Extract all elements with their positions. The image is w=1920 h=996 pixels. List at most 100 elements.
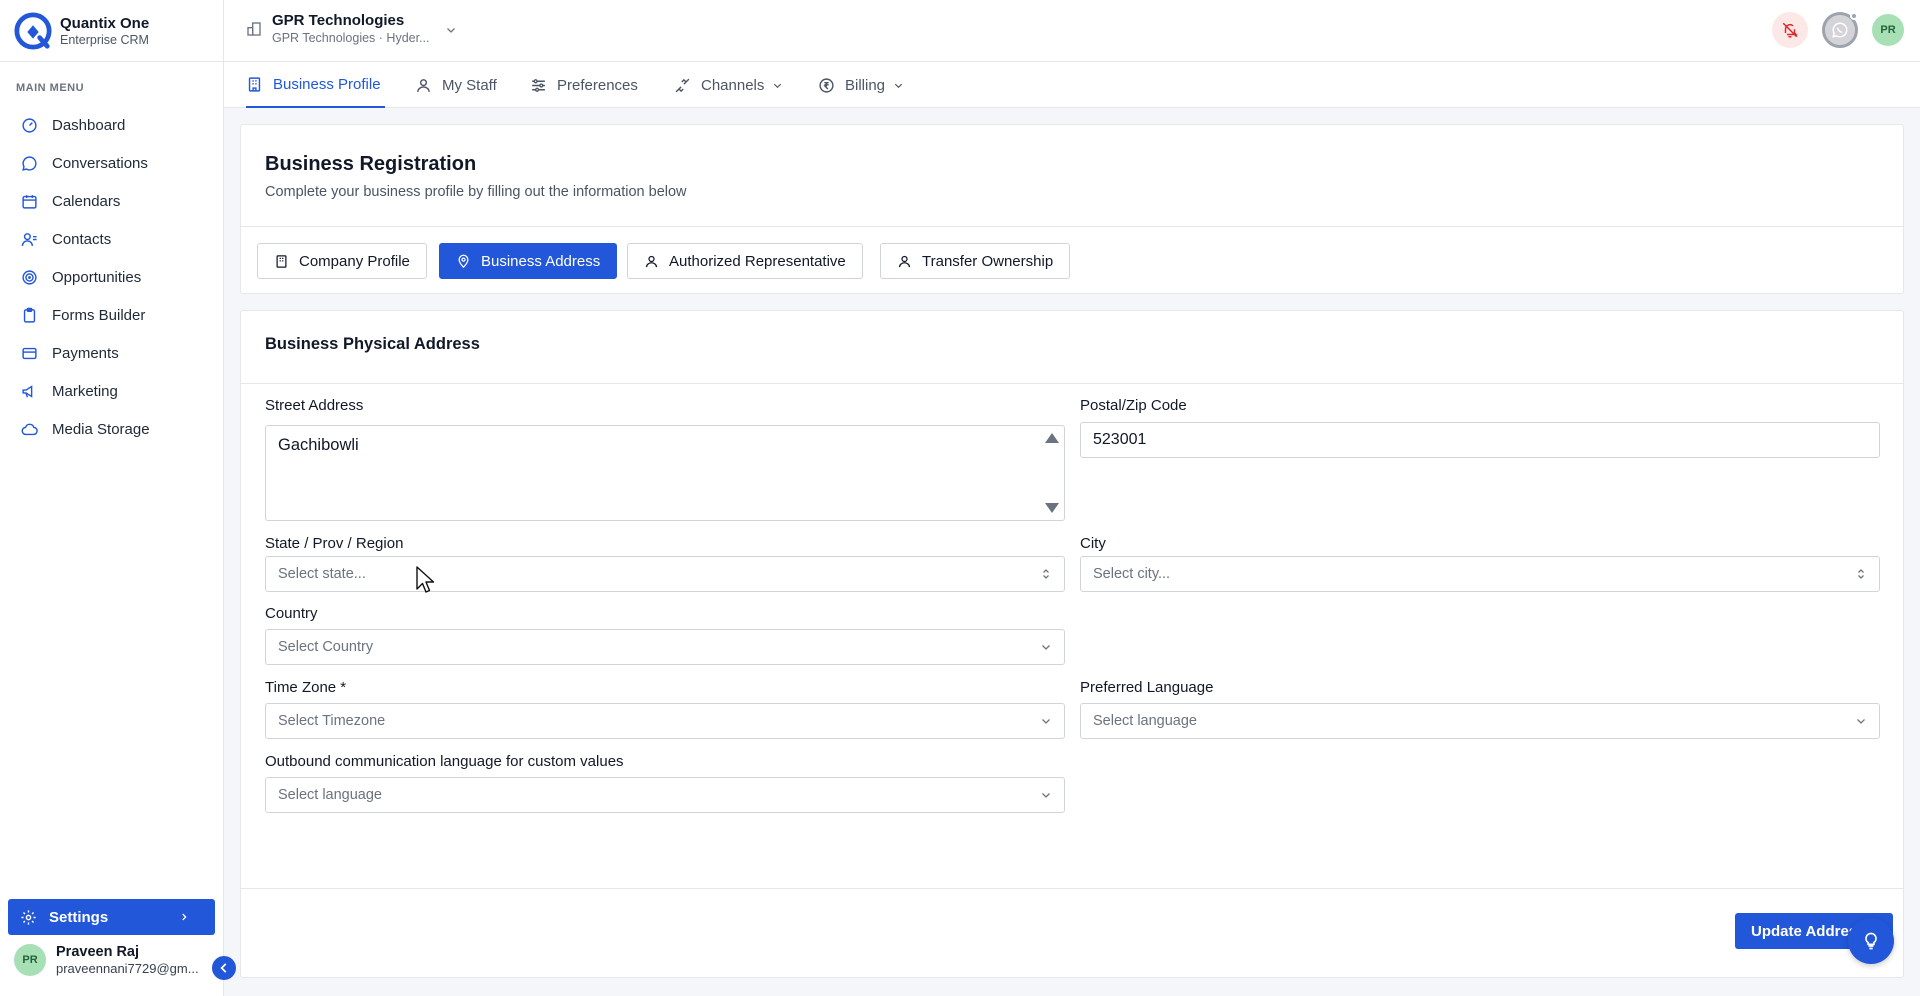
chevron-down-icon [893, 80, 904, 91]
chevron-down-icon [1040, 789, 1052, 801]
sidebar-item-label: Forms Builder [52, 306, 146, 324]
street-address-value: Gachibowli [278, 436, 359, 454]
sidebar-item-opportunities[interactable]: Opportunities [0, 258, 223, 296]
tab-label: My Staff [442, 76, 497, 94]
page-subtitle: Complete your business profile by fillin… [265, 184, 687, 200]
sliders-icon [530, 77, 547, 94]
dashboard-icon [21, 117, 38, 134]
collapse-sidebar-button[interactable] [212, 956, 236, 980]
subtab-label: Company Profile [299, 252, 410, 270]
postal-code-field[interactable]: 523001 [1080, 422, 1880, 458]
main-menu-label: MAIN MENU [16, 82, 85, 94]
country-label: Country [265, 605, 318, 622]
chevron-down-icon [1040, 641, 1052, 653]
mouse-cursor-icon [416, 566, 435, 593]
subtab-transfer-ownership[interactable]: Transfer Ownership [880, 243, 1071, 279]
state-placeholder: Select state... [278, 566, 366, 582]
sidebar-item-marketing[interactable]: Marketing [0, 372, 223, 410]
building-icon [274, 254, 289, 269]
org-switcher[interactable]: GPR Technologies GPR Technologies · Hyde… [246, 12, 467, 45]
settings-label: Settings [49, 908, 109, 926]
scroll-down-arrow[interactable] [1045, 503, 1059, 513]
cloud-icon [21, 421, 38, 438]
city-select[interactable]: Select city... [1080, 556, 1880, 592]
map-pin-icon [456, 254, 471, 269]
top-bar: GPR Technologies GPR Technologies · Hyde… [224, 0, 1920, 62]
user-email: praveennani7729@gm... [56, 961, 199, 976]
chat-icon [21, 155, 38, 172]
tab-channels[interactable]: Channels [674, 62, 793, 108]
state-label: State / Prov / Region [265, 535, 404, 552]
whatsapp-icon [1831, 21, 1849, 39]
subtab-company-profile[interactable]: Company Profile [257, 243, 427, 279]
main-nav: Dashboard Conversations Calendars Contac… [0, 106, 223, 448]
brand-subtitle: Enterprise CRM [60, 32, 149, 47]
subtab-authorized-representative[interactable]: Authorized Representative [627, 243, 863, 279]
status-dot [1850, 12, 1858, 20]
divider [241, 888, 1903, 889]
currency-icon [818, 77, 835, 94]
scroll-up-arrow[interactable] [1045, 433, 1059, 443]
sidebar-item-conversations[interactable]: Conversations [0, 144, 223, 182]
chevron-down-icon [445, 24, 457, 36]
tab-my-staff[interactable]: My Staff [415, 62, 497, 108]
user-icon [415, 77, 432, 94]
page-title: Business Registration [265, 153, 477, 175]
target-icon [21, 269, 38, 286]
preferred-language-select[interactable]: Select language [1080, 703, 1880, 739]
tab-label: Preferences [557, 76, 638, 94]
sidebar-item-label: Contacts [52, 230, 112, 248]
settings-button[interactable]: Settings [8, 899, 215, 935]
calendar-icon [21, 193, 38, 210]
sidebar-item-label: Conversations [52, 154, 148, 172]
sidebar-item-label: Media Storage [52, 420, 150, 438]
sidebar-item-dashboard[interactable]: Dashboard [0, 106, 223, 144]
business-address-card: Business Physical Address Street Address… [240, 310, 1904, 978]
postal-code-value: 523001 [1093, 431, 1147, 448]
tab-preferences[interactable]: Preferences [530, 62, 638, 108]
subtab-business-address[interactable]: Business Address [439, 243, 618, 279]
divider [241, 226, 1903, 227]
sidebar-item-label: Payments [52, 344, 119, 362]
sidebar: Quantix One Enterprise CRM MAIN MENU Das… [0, 0, 224, 996]
whatsapp-button[interactable] [1822, 12, 1858, 48]
user-profile[interactable]: PR Praveen Raj praveennani7729@gm... [14, 944, 199, 976]
notifications-off-button[interactable] [1772, 12, 1808, 48]
sidebar-item-payments[interactable]: Payments [0, 334, 223, 372]
brand-name: Quantix One [60, 14, 150, 32]
timezone-select[interactable]: Select Timezone [265, 703, 1065, 739]
chevrons-up-down-icon [1040, 568, 1052, 580]
business-registration-card: Business Registration Complete your busi… [240, 124, 1904, 294]
country-select[interactable]: Select Country [265, 629, 1065, 665]
lightbulb-icon [1865, 932, 1877, 950]
state-select[interactable]: Select state... [265, 556, 1065, 592]
street-address-label: Street Address [265, 397, 364, 414]
subtab-label: Authorized Representative [669, 252, 846, 270]
sidebar-item-media-storage[interactable]: Media Storage [0, 410, 223, 448]
tab-billing[interactable]: Billing [818, 62, 914, 108]
sidebar-item-calendars[interactable]: Calendars [0, 182, 223, 220]
building-icon [246, 76, 263, 93]
preferred-language-label: Preferred Language [1080, 679, 1214, 696]
outbound-language-select[interactable]: Select language [265, 777, 1065, 813]
gear-icon [20, 909, 37, 926]
tab-business-profile[interactable]: Business Profile [246, 62, 385, 108]
sidebar-item-contacts[interactable]: Contacts [0, 220, 223, 258]
outbound-language-label: Outbound communication language for cust… [265, 753, 624, 770]
help-button[interactable] [1848, 918, 1894, 964]
chevron-down-icon [772, 80, 783, 91]
chevrons-up-down-icon [1855, 568, 1867, 580]
contacts-icon [21, 231, 38, 248]
timezone-label: Time Zone * [265, 679, 347, 696]
avatar[interactable]: PR [1872, 14, 1904, 46]
sidebar-item-label: Dashboard [52, 116, 126, 134]
country-placeholder: Select Country [278, 639, 374, 655]
street-address-field[interactable]: Gachibowli [265, 425, 1065, 521]
building-icon [246, 21, 262, 37]
sidebar-item-label: Calendars [52, 192, 121, 210]
preferred-language-placeholder: Select language [1093, 713, 1197, 729]
chevron-right-icon [179, 912, 189, 922]
sidebar-item-forms-builder[interactable]: Forms Builder [0, 296, 223, 334]
brand[interactable]: Quantix One Enterprise CRM [0, 0, 223, 62]
section-title: Business Physical Address [265, 335, 480, 353]
